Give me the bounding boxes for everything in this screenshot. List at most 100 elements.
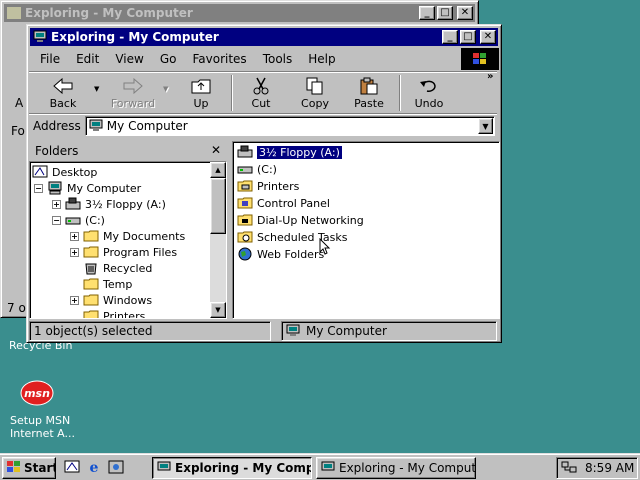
- tree-item-my-documents[interactable]: + My Documents: [70, 228, 185, 244]
- maximize-button[interactable]: □: [437, 6, 453, 20]
- show-desktop-icon[interactable]: [64, 459, 80, 478]
- forward-button[interactable]: Forward: [105, 73, 161, 113]
- undo-button[interactable]: Undo: [401, 73, 457, 113]
- internet-explorer-icon[interactable]: e: [86, 459, 102, 478]
- pane-splitter[interactable]: [227, 141, 231, 319]
- task-label: Exploring - My Compu...: [175, 461, 312, 475]
- recycle-bin-icon: [83, 261, 99, 275]
- msn-label-line2: Internet A...: [10, 427, 75, 440]
- computer-icon: [157, 461, 171, 476]
- list-item-dialup[interactable]: Dial-Up Networking: [237, 212, 364, 228]
- menu-go[interactable]: Go: [152, 50, 185, 68]
- start-button[interactable]: Start: [2, 457, 56, 479]
- computer-icon: [321, 461, 335, 476]
- list-label: Dial-Up Networking: [257, 213, 364, 227]
- tree-item-program-files[interactable]: + Program Files: [70, 244, 177, 260]
- msn-setup-label[interactable]: Setup MSN Internet A...: [10, 414, 75, 440]
- tree-item-printers[interactable]: Printers: [70, 308, 145, 318]
- windows-logo-icon: [7, 460, 21, 476]
- list-item-control-panel[interactable]: Control Panel: [237, 195, 330, 211]
- minimize-button[interactable]: _: [442, 30, 458, 44]
- folders-tree[interactable]: Desktop − My Computer + 3½ Floppy (A:) −…: [29, 161, 227, 319]
- paste-button[interactable]: Paste: [341, 73, 397, 113]
- scroll-up-button[interactable]: ▲: [210, 162, 226, 178]
- task-button-active-explorer[interactable]: Exploring - My Compu...: [152, 457, 312, 479]
- clock[interactable]: 8:59 AM: [585, 461, 634, 475]
- computer-icon: [33, 30, 47, 45]
- minimize-button[interactable]: _: [419, 6, 435, 20]
- tree-label: Program Files: [103, 245, 178, 259]
- folder-icon: [83, 293, 99, 307]
- expand-toggle[interactable]: +: [52, 199, 61, 209]
- tree-label: Temp: [103, 277, 133, 291]
- up-button[interactable]: Up: [173, 73, 229, 113]
- expand-toggle[interactable]: +: [70, 295, 79, 305]
- undo-label: Undo: [414, 97, 444, 110]
- hard-drive-icon: [237, 162, 253, 176]
- menu-view[interactable]: View: [107, 50, 151, 68]
- list-item-floppy[interactable]: 3½ Floppy (A:): [237, 144, 343, 160]
- cut-button[interactable]: Cut: [233, 73, 289, 113]
- forward-label: Forward: [110, 97, 156, 110]
- folder-icon: [7, 7, 21, 19]
- tree-item-my-computer[interactable]: − My Computer: [34, 180, 141, 196]
- web-folders-icon: [237, 247, 253, 261]
- msn-icon[interactable]: msn: [20, 380, 54, 406]
- close-button[interactable]: ✕: [457, 6, 473, 20]
- channels-icon[interactable]: [108, 459, 124, 478]
- collapse-toggle[interactable]: −: [52, 215, 61, 225]
- undo-icon: [420, 80, 436, 92]
- maximize-button[interactable]: □: [460, 30, 476, 44]
- control-panel-icon: [237, 196, 253, 210]
- toolbar: Back ▼ Forward ▼ Up Cut Copy Paste Undo: [31, 71, 497, 113]
- tree-item-floppy[interactable]: + 3½ Floppy (A:): [52, 196, 166, 212]
- copy-button[interactable]: Copy: [287, 73, 343, 113]
- menu-file[interactable]: File: [32, 50, 68, 68]
- folders-scrollbar[interactable]: ▲ ▼: [210, 162, 226, 318]
- collapse-toggle[interactable]: −: [34, 183, 43, 193]
- paste-label: Paste: [354, 97, 384, 110]
- computer-icon: [286, 324, 300, 339]
- address-dropdown-button[interactable]: ▼: [478, 118, 493, 134]
- list-item-printers[interactable]: Printers: [237, 178, 299, 194]
- task-button-explorer[interactable]: Exploring - My Computer: [316, 457, 476, 479]
- menu-edit[interactable]: Edit: [68, 50, 107, 68]
- menu-tools[interactable]: Tools: [255, 50, 301, 68]
- scroll-down-button[interactable]: ▼: [210, 302, 226, 318]
- mouse-cursor-icon: [319, 237, 331, 259]
- contents-pane[interactable]: 3½ Floppy (A:) (C:) Printers Control Pan…: [232, 141, 500, 319]
- list-item-c-drive[interactable]: (C:): [237, 161, 277, 177]
- explorer-window[interactable]: Exploring - My Computer _ □ ✕ File Edit …: [26, 24, 502, 343]
- close-button[interactable]: ✕: [480, 30, 496, 44]
- tree-item-temp[interactable]: Temp: [83, 276, 132, 292]
- menu-help[interactable]: Help: [300, 50, 343, 68]
- list-label: Control Panel: [257, 196, 330, 210]
- toolbar-more-chevron[interactable]: »: [487, 71, 493, 82]
- tree-item-recycled[interactable]: Recycled: [83, 260, 152, 276]
- background-window-titlebar[interactable]: Exploring - My Computer _ □ ✕: [4, 4, 475, 22]
- scroll-thumb[interactable]: [210, 178, 226, 234]
- menu-favorites[interactable]: Favorites: [184, 50, 254, 68]
- list-item-web-folders[interactable]: Web Folders: [237, 246, 324, 262]
- window-title: Exploring - My Computer: [51, 30, 219, 44]
- tree-label: Windows: [103, 293, 153, 307]
- tree-item-desktop[interactable]: Desktop: [32, 164, 97, 180]
- close-folders-button[interactable]: ✕: [211, 143, 221, 157]
- forward-dropdown[interactable]: ▼: [163, 85, 168, 93]
- expand-toggle[interactable]: +: [70, 247, 79, 257]
- floppy-drive-icon: [65, 197, 81, 211]
- tree-label: Desktop: [52, 165, 98, 179]
- network-icon[interactable]: [561, 460, 577, 477]
- status-left: 1 object(s) selected: [29, 321, 271, 341]
- back-dropdown[interactable]: ▼: [94, 85, 99, 93]
- tree-item-windows[interactable]: + Windows: [70, 292, 152, 308]
- tree-label: My Computer: [67, 181, 142, 195]
- expand-toggle[interactable]: +: [70, 231, 79, 241]
- back-button[interactable]: Back: [35, 73, 91, 113]
- explorer-window-titlebar[interactable]: Exploring - My Computer _ □ ✕: [30, 28, 498, 46]
- msn-label-line1: Setup MSN: [10, 414, 71, 427]
- address-value: My Computer: [106, 119, 188, 133]
- computer-icon: [47, 181, 63, 195]
- tree-item-c-drive[interactable]: − (C:): [52, 212, 105, 228]
- address-field[interactable]: My Computer ▼: [84, 116, 495, 136]
